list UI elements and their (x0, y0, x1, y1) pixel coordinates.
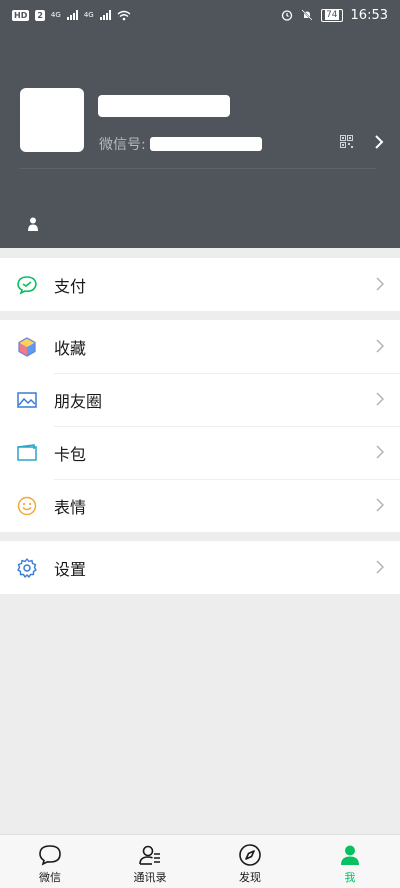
profile-divider (20, 168, 376, 169)
tab-discover[interactable]: 发现 (200, 835, 300, 888)
menu-item-stickers[interactable]: 表情 (0, 479, 400, 532)
profile-header[interactable]: 微信号: (0, 0, 400, 248)
nickname-redacted (98, 95, 230, 117)
features-section: 收藏 朋友圈 卡包 表情 (0, 320, 400, 532)
clock: 16:53 (350, 7, 388, 23)
qr-code-icon[interactable] (340, 135, 353, 148)
chevron-right-icon (376, 498, 384, 512)
moments-photo-icon (16, 389, 38, 411)
menu-item-cards[interactable]: 卡包 (0, 426, 400, 479)
menu-label-moments: 朋友圈 (54, 391, 103, 411)
menu-label-pay: 支付 (54, 276, 87, 296)
network-type-1: 4G (50, 11, 61, 19)
mute-bell-icon (301, 9, 313, 21)
chevron-right-icon (376, 392, 384, 406)
battery-icon: 74 (321, 8, 343, 22)
signal-icon (99, 10, 111, 20)
wechat-id-row: 微信号: (99, 134, 262, 154)
wifi-icon (117, 10, 131, 20)
pay-section: 支付 (0, 258, 400, 311)
menu-label-cards: 卡包 (54, 444, 87, 464)
avatar[interactable] (20, 88, 84, 152)
chat-bubble-icon (39, 845, 61, 866)
wechat-id-label: 微信号: (99, 137, 146, 153)
menu-item-moments[interactable]: 朋友圈 (0, 373, 400, 426)
pay-icon (16, 274, 38, 296)
network-type-2: 4G (83, 11, 94, 19)
tab-chats[interactable]: 微信 (0, 835, 100, 888)
alarm-icon (281, 10, 293, 21)
bottom-tab-bar: 微信 通讯录 发现 我 (0, 834, 400, 888)
chevron-right-icon (376, 560, 384, 574)
sim-badge: 2 (35, 9, 45, 21)
menu-item-settings[interactable]: 设置 (0, 541, 400, 594)
tab-label: 微信 (39, 871, 61, 884)
compass-icon (239, 844, 261, 866)
chevron-right-icon (376, 277, 384, 291)
wechat-id-redacted (149, 137, 262, 151)
menu-label-favorites: 收藏 (54, 338, 87, 358)
tab-contacts[interactable]: 通讯录 (100, 835, 200, 888)
favorites-cube-icon (16, 336, 38, 358)
menu-label-settings: 设置 (54, 559, 87, 579)
card-wallet-icon (16, 442, 38, 464)
menu-item-pay[interactable]: 支付 (0, 258, 400, 311)
hd-badge: HD (12, 9, 30, 21)
person-icon (341, 845, 359, 865)
status-bar: HD 2 4G 4G 74 16:53 (0, 0, 400, 30)
tab-me[interactable]: 我 (300, 835, 400, 888)
tab-label: 通讯录 (133, 871, 167, 884)
tab-label: 发现 (239, 871, 261, 884)
settings-section: 设置 (0, 541, 400, 594)
smiley-icon (16, 495, 38, 517)
tab-label: 我 (344, 871, 356, 884)
contacts-icon (139, 845, 160, 865)
status-person-icon[interactable] (27, 217, 39, 231)
chevron-right-icon (376, 445, 384, 459)
chevron-right-icon[interactable] (372, 134, 386, 150)
signal-icon (66, 10, 78, 20)
chevron-right-icon (376, 339, 384, 353)
menu-item-favorites[interactable]: 收藏 (0, 320, 400, 373)
menu-label-stickers: 表情 (54, 497, 87, 517)
gear-icon (16, 557, 38, 579)
